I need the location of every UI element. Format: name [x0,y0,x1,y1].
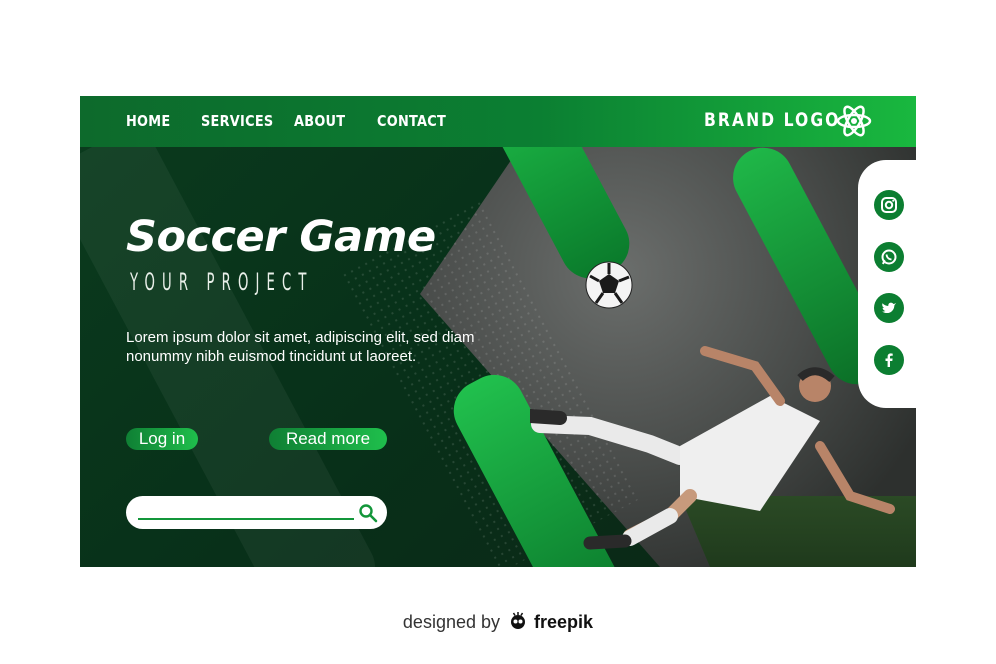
social-links-panel [858,160,916,408]
whatsapp-icon[interactable] [874,242,904,272]
freepik-logo-icon [511,612,526,629]
hero-title: Soccer Game [126,212,436,262]
credit-prefix: designed by [402,612,500,632]
search-input[interactable] [126,496,387,529]
instagram-icon[interactable] [874,190,904,220]
read-more-button-label: Read more [285,429,371,448]
top-navigation: HOME SERVICES ABOUT CONTACT BRAND LOGO [80,96,916,147]
brand-logo-text: BRAND LOGO [704,109,841,131]
facebook-icon[interactable] [874,345,904,375]
credit-brand: freepik [534,612,594,632]
nav-about[interactable]: ABOUT [294,112,345,130]
read-more-button[interactable]: Read more [269,428,387,450]
nav-home[interactable]: HOME [126,112,170,130]
hero-subtitle: YOUR PROJECT [130,268,314,296]
search-underline [138,518,354,520]
atom-icon [836,105,872,137]
search-icon[interactable] [358,503,378,523]
nav-services[interactable]: SERVICES [201,112,273,130]
twitter-icon[interactable] [874,293,904,323]
landing-card: HOME SERVICES ABOUT CONTACT BRAND LOGO S… [80,96,916,567]
nav-contact[interactable]: CONTACT [377,112,446,130]
login-button-label: Log in [138,429,186,448]
soccer-player-image [530,261,895,550]
hero-description: Lorem ipsum dolor sit amet, adipiscing e… [126,329,475,365]
designer-credit: designed by freepik [0,612,996,633]
login-button[interactable]: Log in [126,428,198,450]
